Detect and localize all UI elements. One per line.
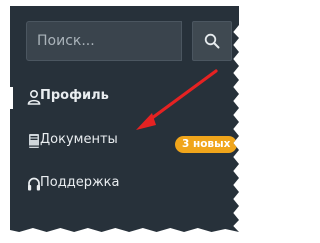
headphones-icon xyxy=(28,177,40,191)
search-input[interactable] xyxy=(26,21,182,61)
search-row xyxy=(26,21,234,61)
active-indicator xyxy=(10,87,13,109)
new-documents-badge: 3 новых xyxy=(175,136,238,153)
book-icon xyxy=(29,134,39,148)
sidebar-item-support[interactable]: Поддержка xyxy=(10,164,230,204)
user-icon xyxy=(27,89,41,105)
screenshot-scene: Профиль Документы Поддержка 3 новых xyxy=(0,0,249,243)
search-icon xyxy=(204,33,220,49)
search-button[interactable] xyxy=(192,21,232,61)
sidebar-item-profile[interactable]: Профиль xyxy=(10,77,230,117)
sidebar-item-label: Документы xyxy=(40,132,118,147)
sidebar-panel: Профиль Документы Поддержка 3 новых xyxy=(10,6,239,232)
sidebar-item-label: Профиль xyxy=(40,88,109,103)
sidebar-item-label: Поддержка xyxy=(40,175,120,190)
